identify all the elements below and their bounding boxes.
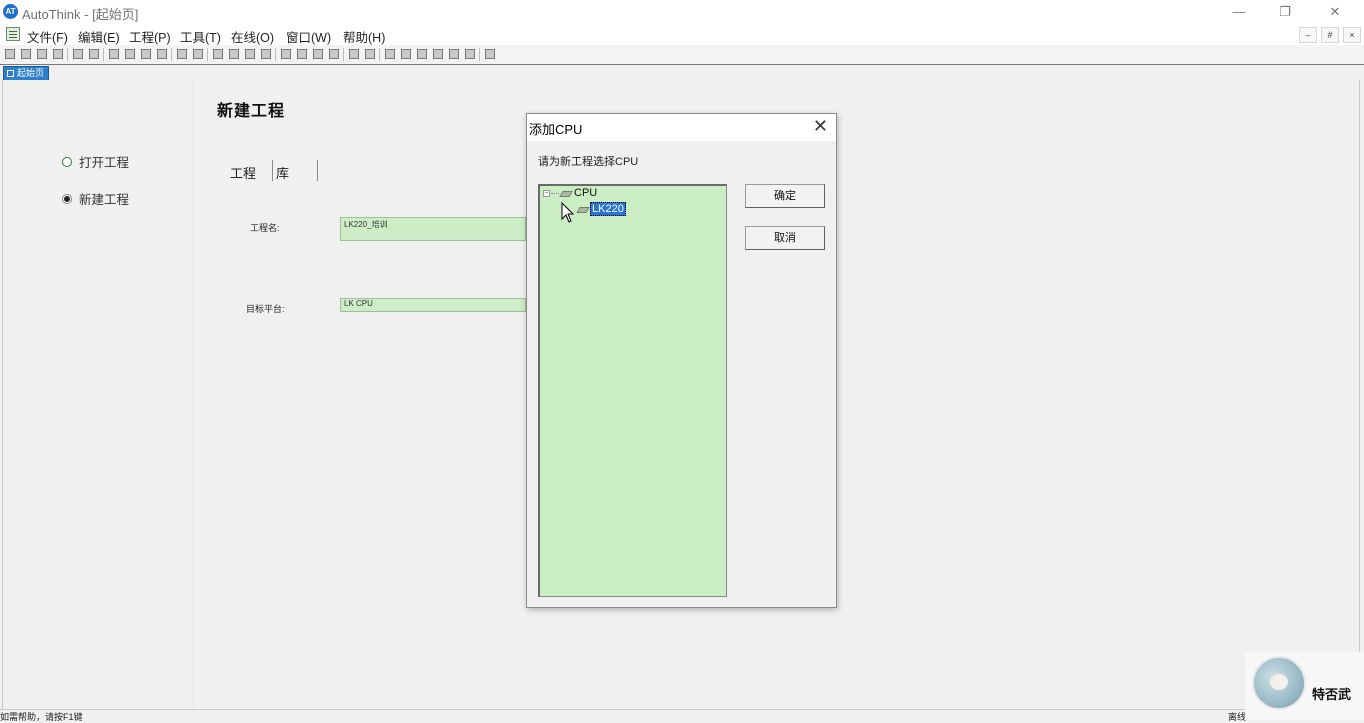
- toolbar-button-icon[interactable]: [125, 49, 135, 59]
- toolbar-separator: [275, 48, 276, 61]
- toolbar-button-icon[interactable]: [21, 49, 31, 59]
- target-platform-select[interactable]: LK CPU: [340, 298, 526, 312]
- menu-online[interactable]: 在线(O): [231, 27, 274, 46]
- toolbar-button-icon[interactable]: [245, 49, 255, 59]
- menu-window[interactable]: 窗口(W): [286, 27, 331, 46]
- toolbar-button-icon[interactable]: [401, 49, 411, 59]
- toolbar-button-icon[interactable]: [5, 49, 15, 59]
- cancel-button[interactable]: 取消: [745, 226, 825, 250]
- toolbar-button-icon[interactable]: [313, 49, 323, 59]
- page-icon: [7, 70, 14, 77]
- toolbar-button-icon[interactable]: [349, 49, 359, 59]
- target-platform-label: 目标平台:: [246, 304, 285, 314]
- status-help-text: 如需帮助，请按F1键: [0, 712, 83, 722]
- toolbar-button-icon[interactable]: [365, 49, 375, 59]
- restore-button[interactable]: ❐: [1262, 0, 1308, 24]
- tree-connector: [551, 193, 559, 194]
- toolbar-separator: [343, 48, 344, 61]
- dialog-title: 添加CPU: [529, 122, 583, 137]
- menu-file[interactable]: 文件(F): [27, 27, 68, 46]
- toolbar-button-icon[interactable]: [213, 49, 223, 59]
- document-menu-icon[interactable]: [6, 27, 20, 41]
- ok-button[interactable]: 确定: [745, 184, 825, 208]
- collapse-icon[interactable]: −: [543, 190, 550, 197]
- title-bar: AT AutoThink - [起始页] — ❐ ✕: [0, 0, 1364, 24]
- toolbar-button-icon[interactable]: [449, 49, 459, 59]
- nav-open-project[interactable]: 打开工程: [62, 152, 129, 171]
- project-name-label: 工程名:: [250, 223, 280, 233]
- tab-library[interactable]: 库: [276, 163, 289, 182]
- toolbar-button-icon[interactable]: [417, 49, 427, 59]
- project-name-input[interactable]: LK220_培训: [340, 217, 526, 241]
- toolbar-button-icon[interactable]: [465, 49, 475, 59]
- tab-divider: [317, 160, 318, 181]
- toolbar-button-icon[interactable]: [109, 49, 119, 59]
- page-title: 新建工程: [217, 103, 286, 120]
- toolbar-button-icon[interactable]: [281, 49, 291, 59]
- tree-node-lk220[interactable]: LK220: [590, 202, 626, 216]
- toolbar-divider: [0, 64, 1364, 65]
- nav-new-project-label: 新建工程: [79, 193, 130, 207]
- nav-new-project[interactable]: 新建工程: [62, 189, 129, 208]
- toolbar-button-icon[interactable]: [53, 49, 63, 59]
- autothink-app-icon: AT: [3, 4, 18, 19]
- radio-selected-icon[interactable]: [62, 194, 72, 204]
- cpu-module-icon: [576, 207, 590, 213]
- toolbar-separator: [479, 48, 480, 61]
- tree-node-cpu[interactable]: CPU: [574, 187, 597, 199]
- toolbar-button-icon[interactable]: [297, 49, 307, 59]
- toolbar-button-icon[interactable]: [37, 49, 47, 59]
- toolbar-button-icon[interactable]: [177, 49, 187, 59]
- toolbar-separator: [103, 48, 104, 61]
- toolbar: [0, 45, 1364, 65]
- toolbar-button-icon[interactable]: [73, 49, 83, 59]
- tab-start-page[interactable]: 起始页: [3, 66, 50, 81]
- tab-divider: [272, 160, 273, 181]
- cpu-tree[interactable]: − CPU LK220: [538, 184, 727, 597]
- toolbar-separator: [67, 48, 68, 61]
- toolbar-button-icon[interactable]: [433, 49, 443, 59]
- menu-tools[interactable]: 工具(T): [180, 27, 221, 46]
- left-pane-divider: [193, 80, 194, 708]
- menu-bar: 文件(F) 编辑(E) 工程(P) 工具(T) 在线(O) 窗口(W) 帮助(H…: [0, 24, 1364, 45]
- toolbar-button-icon[interactable]: [385, 49, 395, 59]
- toolbar-button-icon[interactable]: [485, 49, 495, 59]
- menu-edit[interactable]: 编辑(E): [78, 27, 120, 46]
- toolbar-separator: [171, 48, 172, 61]
- toolbar-button-icon[interactable]: [141, 49, 151, 59]
- toolbar-button-icon[interactable]: [157, 49, 167, 59]
- mouse-cursor-icon: [561, 202, 575, 223]
- tab-start-page-label: 起始页: [17, 68, 45, 78]
- toolbar-button-icon[interactable]: [193, 49, 203, 59]
- cpu-folder-icon: [559, 191, 573, 197]
- toolbar-separator: [379, 48, 380, 61]
- radio-icon[interactable]: [62, 157, 72, 167]
- mdi-minimize-button[interactable]: –: [1299, 27, 1317, 43]
- minimize-button[interactable]: —: [1216, 0, 1262, 24]
- watermark-text: 特否武: [1312, 687, 1352, 702]
- mdi-close-button[interactable]: ×: [1343, 27, 1361, 43]
- toolbar-button-icon[interactable]: [229, 49, 239, 59]
- close-button[interactable]: ✕: [1312, 0, 1358, 24]
- dialog-prompt: 请为新工程选择CPU: [538, 156, 639, 168]
- tab-project[interactable]: 工程: [230, 163, 256, 182]
- close-icon[interactable]: ✕: [813, 116, 828, 136]
- toolbar-button-icon[interactable]: [329, 49, 339, 59]
- menu-help[interactable]: 帮助(H): [343, 27, 385, 46]
- mdi-restore-button[interactable]: #: [1321, 27, 1339, 43]
- window-title: AutoThink - [起始页]: [22, 7, 139, 22]
- watermark-avatar: [1252, 656, 1306, 710]
- add-cpu-dialog: 添加CPU ✕ 请为新工程选择CPU − CPU LK220 确定 取消: [526, 113, 837, 608]
- status-mode: 离线: [1227, 712, 1246, 722]
- toolbar-button-icon[interactable]: [89, 49, 99, 59]
- menu-project[interactable]: 工程(P): [129, 27, 171, 46]
- toolbar-separator: [207, 48, 208, 61]
- toolbar-button-icon[interactable]: [261, 49, 271, 59]
- nav-open-project-label: 打开工程: [79, 156, 130, 170]
- status-bar: 如需帮助，请按F1键 离线: [0, 709, 1364, 722]
